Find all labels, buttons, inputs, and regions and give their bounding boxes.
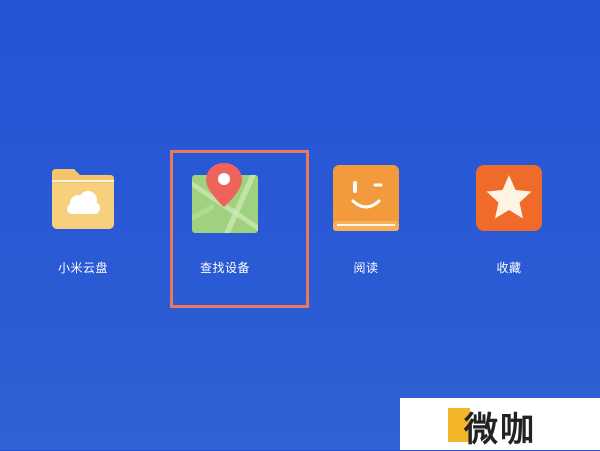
app-tile-favorites[interactable]: 收藏 xyxy=(449,163,569,293)
highlight-box xyxy=(170,150,309,308)
app-label-read: 阅读 xyxy=(353,261,379,275)
watermark-logo: 微咖 xyxy=(400,398,600,450)
smile-book-icon xyxy=(333,165,399,231)
folder-cloud-icon xyxy=(52,169,114,229)
watermark-text: 微咖 xyxy=(464,410,536,450)
app-tile-cloud[interactable]: 小米云盘 xyxy=(23,163,143,293)
app-tile-read[interactable]: 阅读 xyxy=(306,163,426,293)
app-label-favorites: 收藏 xyxy=(496,261,522,275)
app-label-cloud: 小米云盘 xyxy=(57,261,108,275)
star-icon xyxy=(476,165,542,231)
